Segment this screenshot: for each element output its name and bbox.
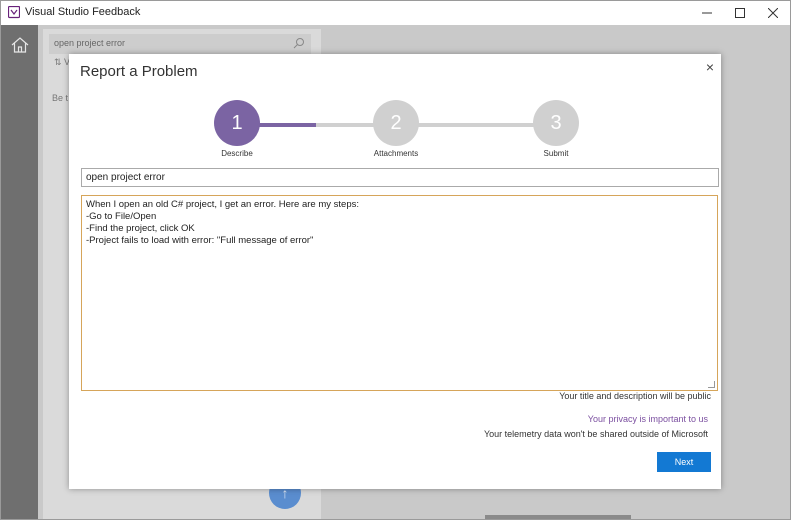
next-button[interactable]: Next [657, 452, 711, 472]
app-window: Visual Studio Feedback open project erro… [0, 0, 791, 520]
public-notice: Your title and description will be publi… [559, 391, 711, 401]
minimize-button[interactable] [690, 1, 724, 25]
search-value: open project error [54, 38, 126, 48]
report-problem-dialog: Report a Problem × 1 2 3 Describe Attach… [69, 54, 721, 489]
minimize-icon [702, 12, 712, 14]
description-line: -Find the project, click OK [86, 223, 195, 234]
visual-studio-feedback-icon [8, 6, 20, 19]
description-line: -Project fails to load with error: "Full… [86, 235, 314, 246]
progress-line-remaining [316, 123, 558, 127]
step-1-circle: 1 [214, 100, 260, 146]
home-icon[interactable] [10, 35, 30, 55]
resize-grip[interactable] [708, 381, 715, 388]
sidebar [1, 25, 38, 519]
step-2-label: Attachments [373, 149, 419, 158]
close-icon: × [705, 59, 715, 75]
maximize-button[interactable] [723, 1, 757, 25]
dialog-title: Report a Problem [80, 63, 198, 80]
close-icon [768, 8, 778, 18]
description-line: When I open an old C# project, I get an … [86, 199, 359, 210]
step-2-number: 2 [390, 111, 402, 134]
title-bar: Visual Studio Feedback [1, 1, 790, 25]
dialog-close-button[interactable]: × [703, 59, 717, 75]
maximize-icon [735, 8, 745, 18]
description-line: -Go to File/Open [86, 211, 157, 222]
step-3-circle: 3 [533, 100, 579, 146]
bottom-scroll-strip [485, 515, 631, 519]
close-window-button[interactable] [756, 1, 790, 25]
problem-title-input[interactable]: open project error [81, 168, 719, 187]
step-2-circle: 2 [373, 100, 419, 146]
problem-description-textarea[interactable]: When I open an old C# project, I get an … [81, 195, 718, 391]
step-3-label: Submit [543, 149, 569, 158]
search-icon[interactable] [293, 37, 305, 49]
step-1-label: Describe [221, 149, 253, 158]
step-1-number: 1 [231, 111, 243, 134]
telemetry-notice: Your telemetry data won't be shared outs… [483, 429, 708, 439]
sort-control[interactable]: ⇅ V [54, 57, 70, 68]
privacy-link[interactable]: Your privacy is important to us [588, 414, 708, 424]
step-3-number: 3 [550, 111, 562, 134]
search-input[interactable]: open project error [49, 34, 311, 54]
window-title: Visual Studio Feedback [25, 6, 141, 18]
background-text: Be t [52, 93, 69, 103]
progress-line-complete [258, 123, 316, 127]
